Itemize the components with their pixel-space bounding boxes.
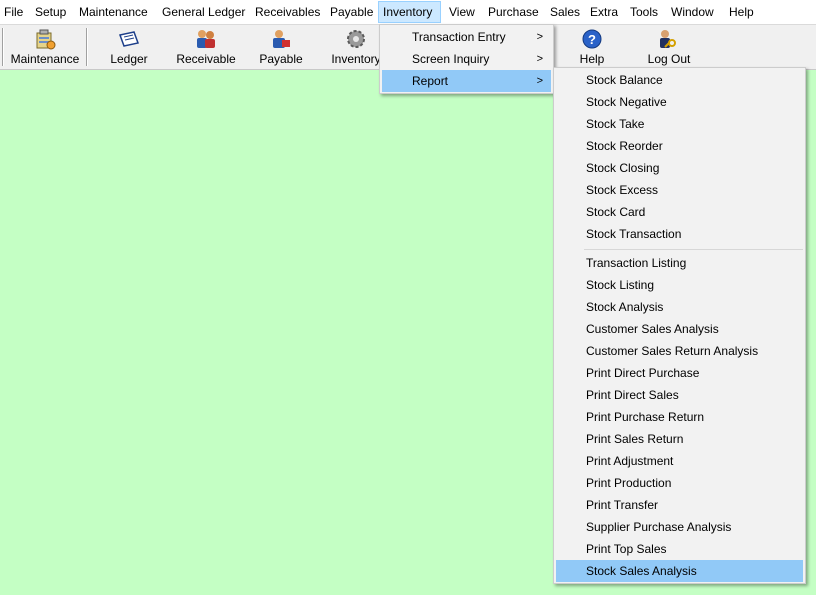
menu-item-print-top-sales[interactable]: Print Top Sales <box>556 538 803 560</box>
menu-item-label: Stock Card <box>586 205 646 219</box>
menu-item-print-purchase-return[interactable]: Print Purchase Return <box>556 406 803 428</box>
report-submenu: Stock Balance Stock Negative Stock Take … <box>553 67 806 584</box>
toolbar-payable-button[interactable]: Payable <box>252 25 310 69</box>
svg-text:?: ? <box>588 32 596 47</box>
submenu-arrow-icon: > <box>536 31 543 43</box>
menu-item-stock-balance[interactable]: Stock Balance <box>556 69 803 91</box>
toolbar-separator <box>2 28 4 66</box>
toolbar-help-label: Help <box>579 52 605 66</box>
menu-item-label: Print Direct Purchase <box>586 366 700 380</box>
menu-extra[interactable]: Extra <box>586 1 622 23</box>
menu-window[interactable]: Window <box>667 1 718 23</box>
menu-inventory[interactable]: Inventory <box>378 1 441 23</box>
menu-separator <box>584 249 803 250</box>
menu-item-stock-analysis[interactable]: Stock Analysis <box>556 296 803 318</box>
menu-item-stock-listing[interactable]: Stock Listing <box>556 274 803 296</box>
menu-item-transaction-listing[interactable]: Transaction Listing <box>556 252 803 274</box>
menu-item-customer-sales-return-analysis[interactable]: Customer Sales Return Analysis <box>556 340 803 362</box>
menu-item-print-transfer[interactable]: Print Transfer <box>556 494 803 516</box>
menu-item-label: Stock Sales Analysis <box>586 564 697 578</box>
toolbar-maintenance-label: Maintenance <box>10 52 80 66</box>
ledger-icon <box>119 31 139 47</box>
menu-item-label: Stock Reorder <box>586 139 663 153</box>
menu-item-label: Print Purchase Return <box>586 410 705 424</box>
menu-view[interactable]: View <box>445 1 479 23</box>
menu-purchase[interactable]: Purchase <box>484 1 543 23</box>
menu-item-label: Customer Sales Analysis <box>586 322 719 336</box>
menu-item-label: Print Adjustment <box>586 454 674 468</box>
menu-item-label: Transaction Listing <box>586 256 687 270</box>
menu-tools[interactable]: Tools <box>626 1 662 23</box>
payable-icon <box>273 30 290 48</box>
menu-item-stock-card[interactable]: Stock Card <box>556 201 803 223</box>
menu-item-print-sales-return[interactable]: Print Sales Return <box>556 428 803 450</box>
toolbar-inventory-button[interactable]: Inventory <box>328 25 384 69</box>
menu-item-transaction-entry[interactable]: Transaction Entry > <box>382 26 551 48</box>
menu-item-label: Print Top Sales <box>586 542 667 556</box>
menu-item-label: Supplier Purchase Analysis <box>586 520 732 534</box>
menu-item-stock-transaction[interactable]: Stock Transaction <box>556 223 803 245</box>
menu-maintenance[interactable]: Maintenance <box>75 1 152 23</box>
menu-item-label: Print Sales Return <box>586 432 684 446</box>
menu-item-label: Stock Excess <box>586 183 659 197</box>
menu-item-customer-sales-analysis[interactable]: Customer Sales Analysis <box>556 318 803 340</box>
submenu-arrow-icon: > <box>536 75 543 87</box>
toolbar-ledger-button[interactable]: Ledger <box>96 25 162 69</box>
menu-item-label: Stock Closing <box>586 161 660 175</box>
menu-item-screen-inquiry[interactable]: Screen Inquiry > <box>382 48 551 70</box>
menu-bar: File Setup Maintenance General Ledger Re… <box>0 0 816 25</box>
menu-item-stock-take[interactable]: Stock Take <box>556 113 803 135</box>
menu-item-label: Stock Listing <box>586 278 655 292</box>
menu-item-supplier-purchase-analysis[interactable]: Supplier Purchase Analysis <box>556 516 803 538</box>
help-icon: ? <box>582 29 602 49</box>
inventory-dropdown-menu: Transaction Entry > Screen Inquiry > Rep… <box>379 24 554 94</box>
toolbar-help-button[interactable]: ? Help <box>572 25 612 69</box>
toolbar-inventory-label: Inventory <box>331 52 381 66</box>
menu-item-print-direct-purchase[interactable]: Print Direct Purchase <box>556 362 803 384</box>
menu-receivables[interactable]: Receivables <box>251 1 324 23</box>
toolbar-maintenance-button[interactable]: Maintenance <box>6 25 84 69</box>
inventory-icon <box>347 30 365 48</box>
menu-help[interactable]: Help <box>725 1 758 23</box>
toolbar-logout-button[interactable]: Log Out <box>640 25 698 69</box>
maintenance-icon <box>36 29 56 50</box>
menu-item-print-production[interactable]: Print Production <box>556 472 803 494</box>
menu-general-ledger[interactable]: General Ledger <box>158 1 249 23</box>
toolbar-logout-label: Log Out <box>647 52 691 66</box>
menu-item-label: Print Transfer <box>586 498 659 512</box>
menu-item-label: Transaction Entry <box>412 30 506 44</box>
menu-item-label: Stock Negative <box>586 95 667 109</box>
toolbar-payable-label: Payable <box>259 52 303 66</box>
toolbar-receivable-label: Receivable <box>176 52 236 66</box>
menu-item-stock-reorder[interactable]: Stock Reorder <box>556 135 803 157</box>
receivable-icon <box>197 30 215 48</box>
toolbar-receivable-button[interactable]: Receivable <box>170 25 242 69</box>
menu-setup[interactable]: Setup <box>31 1 70 23</box>
logout-icon <box>660 30 676 48</box>
menu-item-label: Stock Analysis <box>586 300 664 314</box>
submenu-arrow-icon: > <box>536 53 543 65</box>
menu-item-label: Stock Balance <box>586 73 663 87</box>
toolbar-separator <box>86 28 88 66</box>
menu-item-label: Stock Transaction <box>586 227 682 241</box>
menu-item-stock-excess[interactable]: Stock Excess <box>556 179 803 201</box>
menu-file[interactable]: File <box>0 1 27 23</box>
menu-item-label: Screen Inquiry <box>412 52 490 66</box>
menu-item-label: Print Production <box>586 476 672 490</box>
menu-item-label: Customer Sales Return Analysis <box>586 344 759 358</box>
menu-item-stock-closing[interactable]: Stock Closing <box>556 157 803 179</box>
toolbar-ledger-label: Ledger <box>110 52 148 66</box>
menu-item-label: Print Direct Sales <box>586 388 679 402</box>
menu-sales[interactable]: Sales <box>546 1 584 23</box>
menu-item-label: Stock Take <box>586 117 645 131</box>
menu-payable[interactable]: Payable <box>326 1 377 23</box>
menu-item-print-direct-sales[interactable]: Print Direct Sales <box>556 384 803 406</box>
menu-item-label: Report <box>412 74 449 88</box>
menu-item-stock-sales-analysis[interactable]: Stock Sales Analysis <box>556 560 803 582</box>
menu-item-print-adjustment[interactable]: Print Adjustment <box>556 450 803 472</box>
menu-item-report[interactable]: Report > <box>382 70 551 92</box>
menu-item-stock-negative[interactable]: Stock Negative <box>556 91 803 113</box>
